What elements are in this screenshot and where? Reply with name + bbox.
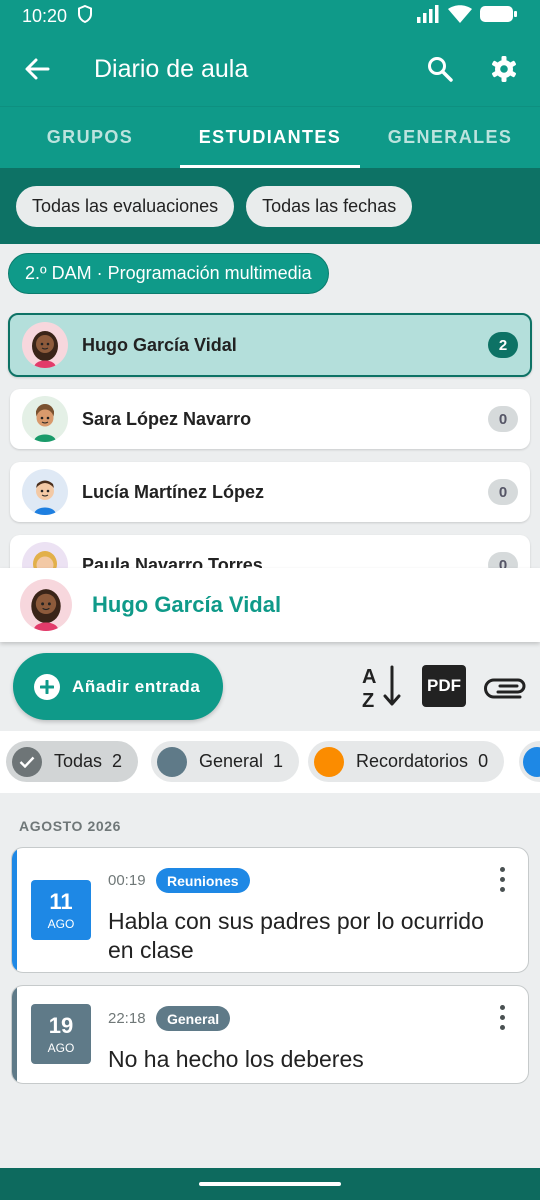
category-filter-bar: Todas 2 General 1 Recordatorios 0 [0, 731, 540, 793]
search-button[interactable] [408, 37, 472, 101]
student-item[interactable]: Sara López Navarro 0 [10, 389, 530, 449]
entry-month: AGO [47, 916, 75, 931]
entry-count-badge: 0 [488, 406, 518, 432]
tab-grupos[interactable]: GRUPOS [0, 107, 180, 168]
avatar [22, 322, 68, 368]
entry-count-badge: 0 [488, 479, 518, 505]
selected-student-header: Hugo García Vidal [0, 568, 540, 642]
evaluations-filter[interactable]: Todas las evaluaciones [16, 185, 235, 227]
entry-tag: Reuniones [156, 868, 250, 893]
student-name: Sara López Navarro [82, 408, 252, 429]
signal-icon [416, 4, 440, 28]
check-icon [12, 746, 42, 777]
entry-color-bar [12, 848, 17, 972]
back-button[interactable] [0, 32, 74, 106]
more-vert-icon[interactable] [490, 997, 514, 1037]
category-color-dot [157, 746, 187, 777]
add-entry-button[interactable]: Añadir entrada [13, 653, 223, 720]
page-title: Diario de aula [94, 54, 249, 83]
entry-day: 11 [49, 888, 73, 914]
entry-day: 19 [48, 1012, 74, 1038]
entry-text: Habla con sus padres por lo ocurrido en … [108, 908, 484, 963]
dates-filter[interactable]: Todas las fechas [246, 185, 413, 227]
category-count: 1 [273, 751, 284, 771]
add-entry-label: Añadir entrada [72, 676, 201, 696]
avatar [20, 579, 72, 631]
tab-bar: GRUPOS ESTUDIANTES GENERALES [0, 106, 540, 168]
sort-az-icon: A Z [362, 665, 401, 709]
search-icon [428, 57, 453, 82]
paperclip-icon [484, 678, 526, 699]
more-vert-icon[interactable] [490, 859, 514, 899]
category-count: 0 [478, 751, 489, 771]
category-count: 2 [112, 751, 123, 771]
category-chip-recordatorios[interactable]: Recordatorios 0 [308, 741, 505, 782]
student-name: Hugo García Vidal [82, 334, 237, 355]
entry-time: 00:19 [108, 872, 146, 889]
wifi-icon [448, 4, 472, 28]
category-chip-general[interactable]: General 1 [151, 741, 300, 782]
student-name: Lucía Martínez López [82, 481, 265, 502]
settings-button[interactable] [472, 37, 536, 101]
category-chip-partial[interactable] [519, 741, 540, 782]
svg-text:A: A [362, 666, 376, 688]
entry-time: 22:18 [108, 1010, 146, 1027]
status-time: 10:20 [22, 5, 68, 26]
plus-icon [34, 673, 60, 700]
pdf-icon: PDF [422, 665, 466, 707]
entry-card[interactable]: 19 AGO 22:18 General No ha hecho los deb… [11, 985, 529, 1084]
tab-generales[interactable]: GENERALES [360, 107, 540, 168]
entry-text: No ha hecho los deberes [108, 1046, 364, 1072]
avatar [22, 396, 68, 442]
entry-count-badge: 2 [488, 332, 518, 358]
entry-month: AGO [47, 1040, 75, 1055]
battery-icon [480, 5, 518, 28]
attachment-button[interactable] [483, 662, 529, 710]
arrow-left-icon [25, 58, 50, 80]
student-item[interactable]: Hugo García Vidal 2 [8, 313, 532, 377]
sort-az-button[interactable]: A Z [360, 662, 406, 710]
svg-text:Z: Z [362, 690, 374, 709]
category-label: Todas [54, 751, 103, 771]
category-color-dot [314, 746, 344, 777]
status-bar: 10:20 [0, 0, 540, 32]
category-label: General [199, 751, 264, 771]
entry-card[interactable]: 11 AGO 00:19 Reuniones Habla con sus pad… [11, 847, 529, 973]
entry-date: 19 AGO [31, 1004, 91, 1064]
entry-color-bar [12, 986, 17, 1083]
selected-student-name: Hugo García Vidal [92, 592, 282, 617]
entry-date: 11 AGO [31, 880, 91, 940]
student-item[interactable]: Lucía Martínez López 0 [10, 462, 530, 522]
category-label: Recordatorios [356, 751, 469, 771]
gear-icon [492, 56, 516, 82]
category-chip-todas[interactable]: Todas 2 [6, 741, 139, 782]
home-indicator[interactable] [199, 1182, 341, 1186]
filter-bar: Todas las evaluaciones Todas las fechas [0, 168, 540, 244]
tab-estudiantes[interactable]: ESTUDIANTES [180, 107, 360, 168]
month-section-label: AGOSTO 2026 [19, 818, 122, 834]
entry-tag: General [156, 1006, 231, 1031]
shield-icon [77, 4, 93, 28]
export-pdf-button[interactable]: PDF [422, 662, 466, 710]
app-bar: Diario de aula [0, 32, 540, 106]
pdf-label: PDF [427, 676, 461, 695]
category-color-dot [523, 746, 540, 777]
group-chip[interactable]: 2.º DAM · Programación multimedia [8, 253, 329, 294]
avatar [22, 469, 68, 515]
system-nav-bar [0, 1168, 540, 1200]
